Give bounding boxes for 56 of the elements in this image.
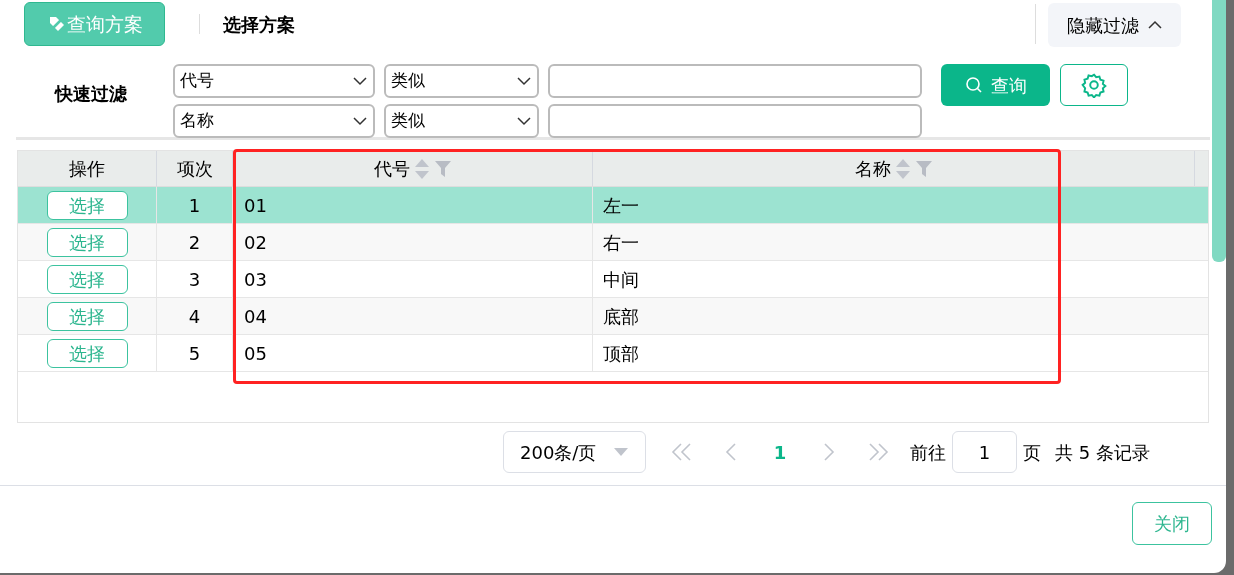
page-unit-label: 页	[1023, 440, 1041, 465]
column-header: 项次	[157, 151, 233, 186]
total-count: 共 5 条记录	[1055, 440, 1150, 465]
chevron-down-icon	[352, 76, 368, 86]
hide-filter-button[interactable]: 隐藏过滤	[1048, 3, 1181, 47]
table-cell: 04	[233, 298, 593, 334]
table-cell: 01	[233, 187, 593, 223]
chevron-down-icon	[516, 116, 532, 126]
goto-label: 前往	[910, 440, 946, 465]
operator-select[interactable]: 类似	[384, 64, 539, 98]
table-row[interactable]: 选择 1 01 左一	[18, 187, 1208, 224]
table-cell: 05	[233, 335, 593, 371]
column-header: 代号	[233, 151, 593, 186]
filter-icon[interactable]	[914, 159, 933, 178]
field-select[interactable]: 代号	[173, 64, 375, 98]
settings-icon	[1081, 72, 1107, 98]
quick-filter-label: 快速过滤	[53, 82, 128, 106]
table-cell: 2	[157, 224, 233, 260]
table-cell-text: 中间	[602, 267, 640, 292]
value-field[interactable]	[548, 64, 922, 98]
table-row[interactable]: 选择 3 03 中间	[18, 261, 1208, 298]
scrollbar-thumb[interactable]	[1212, 0, 1226, 262]
next-page-icon[interactable]	[822, 442, 836, 462]
chevron-down-icon	[516, 76, 532, 86]
table-cell: 03	[233, 261, 593, 297]
operator-select[interactable]: 类似	[384, 104, 539, 138]
table-row[interactable]: 选择 2 02 右一	[18, 224, 1208, 261]
table-cell-text: 右一	[602, 230, 640, 255]
chevron-up-icon	[1146, 20, 1163, 30]
table-cell-text: 顶部	[602, 341, 640, 366]
page-size-select[interactable]: 200条/页	[503, 431, 646, 473]
table-cell-text: 左一	[602, 193, 640, 218]
table-row[interactable]: 选择 4 04 底部	[18, 298, 1208, 335]
first-page-icon[interactable]	[670, 442, 694, 462]
table-cell: 1	[157, 187, 233, 223]
last-page-icon[interactable]	[866, 442, 890, 462]
sort-icon[interactable]	[894, 157, 911, 180]
dialog-title: 选择方案	[223, 12, 295, 37]
table-row[interactable]: 选择 5 05 顶部	[18, 335, 1208, 372]
table-cell: 3	[157, 261, 233, 297]
chevron-down-icon	[352, 116, 368, 126]
table-cell: 02	[233, 224, 593, 260]
table-cell: 4	[157, 298, 233, 334]
caret-down-icon	[613, 447, 629, 457]
value-field[interactable]	[548, 104, 922, 138]
column-header: 操作	[18, 151, 157, 186]
previous-page-icon[interactable]	[724, 442, 738, 462]
sort-icon[interactable]	[413, 157, 430, 180]
page-input[interactable]: 1	[952, 431, 1017, 473]
column-header: 名称	[593, 151, 1195, 186]
table-cell-text: 底部	[602, 304, 640, 329]
settings-button[interactable]	[1060, 64, 1128, 106]
search-icon	[964, 76, 983, 94]
filter-icon[interactable]	[433, 159, 452, 178]
table-cell: 5	[157, 335, 233, 371]
field-select[interactable]: 名称	[173, 104, 375, 138]
